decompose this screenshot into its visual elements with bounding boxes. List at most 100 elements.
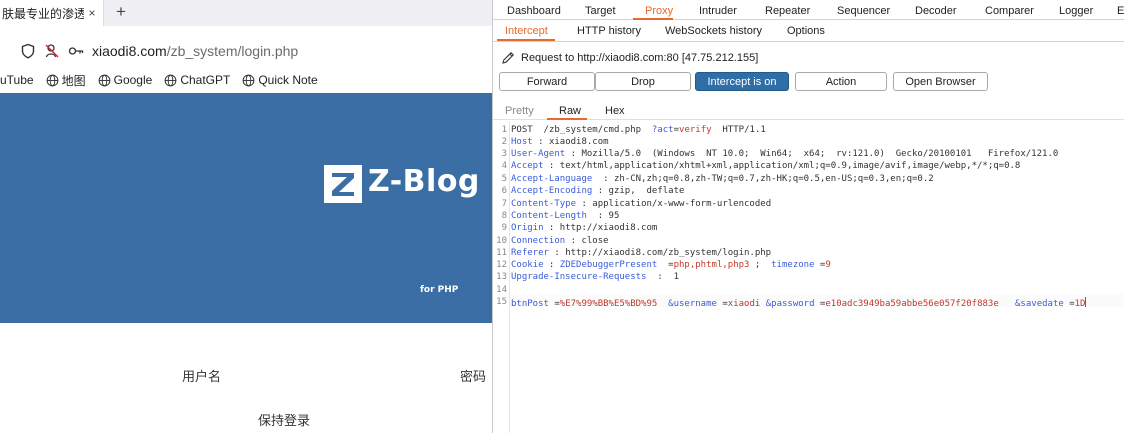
header-line: Host : xiaodi8.com: [511, 137, 609, 147]
zblog-logo: Z-Blog: [324, 163, 480, 203]
header-name: Referer: [511, 248, 549, 258]
subtab-websockets-history[interactable]: WebSockets history: [665, 25, 762, 37]
password-label: 密码: [460, 369, 487, 384]
query-param-value: verify: [679, 125, 712, 135]
bookmark-quick-note[interactable]: Quick Note: [242, 73, 318, 87]
header-value: http://xiaodi8.com/zb_system/login.php: [565, 248, 772, 258]
tab-extender[interactable]: E: [1117, 5, 1124, 17]
header-name: Cookie: [511, 260, 544, 270]
line-number: 6: [501, 186, 507, 196]
globe-icon: [98, 74, 111, 86]
new-tab-button[interactable]: +: [116, 2, 126, 22]
bookmark-google[interactable]: Google: [98, 73, 153, 87]
line-number: 4: [501, 161, 507, 171]
tab-comparer[interactable]: Comparer: [985, 5, 1034, 17]
header-line: Accept-Encoding : gzip, deflate: [511, 186, 685, 196]
subtab-intercept[interactable]: Intercept: [505, 25, 548, 37]
active-view-indicator: [547, 118, 587, 120]
tab-decoder[interactable]: Decoder: [915, 5, 957, 17]
body-param-value: xiaodi: [727, 299, 761, 309]
tab-repeater[interactable]: Repeater: [765, 5, 810, 17]
query-param-name: ?act: [651, 125, 674, 135]
bookmarks-toolbar: uTube 地图 Google ChatGPT Quick Note: [0, 70, 492, 90]
line-number: 8: [501, 211, 507, 221]
intercept-toggle-button[interactable]: Intercept is on: [695, 72, 789, 91]
url-host: xiaodi8.com: [92, 43, 167, 59]
burp-window: Dashboard Target Proxy Intruder Repeater…: [492, 0, 1124, 433]
header-name: Origin: [511, 223, 544, 233]
header-value: 95: [608, 211, 620, 221]
subtab-http-history[interactable]: HTTP history: [577, 25, 641, 37]
request-editor[interactable]: 1 2 3 4 5 6 7 8 9 10 11 12 13 14 15 POST…: [493, 121, 1124, 433]
header-name: User-Agent: [511, 149, 566, 159]
request-line: POST /zb_system/cmd.php ?act=verify HTTP…: [511, 125, 766, 135]
view-tab-raw[interactable]: Raw: [559, 105, 581, 117]
message-view-tabs: Pretty Raw Hex: [493, 100, 1124, 120]
action-button[interactable]: Action: [795, 72, 887, 91]
globe-icon: [46, 74, 58, 86]
line-number: 3: [501, 149, 507, 159]
drop-button[interactable]: Drop: [595, 72, 691, 91]
view-tab-pretty[interactable]: Pretty: [505, 105, 534, 117]
tab-dashboard[interactable]: Dashboard: [507, 5, 561, 17]
key-icon[interactable]: [68, 43, 84, 59]
tab-target[interactable]: Target: [585, 5, 616, 17]
bookmark-label: 地图: [61, 73, 86, 88]
tab-logger[interactable]: Logger: [1059, 5, 1093, 17]
subtab-options[interactable]: Options: [787, 25, 825, 37]
line-number: 13: [496, 272, 507, 282]
shield-icon[interactable]: [20, 43, 36, 59]
open-browser-button[interactable]: Open Browser: [893, 72, 988, 91]
header-value: xiaodi8.com: [548, 137, 609, 147]
line-number: 15: [496, 297, 507, 307]
request-target-line: Request to http://xiaodi8.com:80 [47.75.…: [501, 50, 758, 66]
bookmark-chatgpt[interactable]: ChatGPT: [164, 73, 230, 87]
header-line: Content-Type : application/x-www-form-ur…: [511, 199, 772, 209]
request-path: /zb_system/cmd.php: [543, 125, 642, 135]
body-param-name: btnPost: [511, 299, 549, 309]
tab-proxy[interactable]: Proxy: [645, 5, 673, 17]
text-caret: [1085, 297, 1087, 307]
url-bar[interactable]: xiaodi8.com/zb_system/login.php: [20, 36, 492, 66]
header-line: Origin : http://xiaodi8.com: [511, 223, 658, 233]
header-line: Accept-Language : zh-CN,zh;q=0.8,zh-TW;q…: [511, 174, 934, 184]
header-value: gzip, deflate: [608, 186, 685, 196]
http-version: HTTP/1.1: [722, 125, 766, 135]
pencil-icon: [502, 52, 514, 64]
line-number: 11: [496, 248, 507, 258]
line-number: 14: [496, 285, 507, 295]
burp-main-tabs: Dashboard Target Proxy Intruder Repeater…: [493, 0, 1124, 20]
globe-icon: [164, 74, 177, 86]
browser-tab[interactable]: 肤最专业的渗透 ×: [0, 0, 104, 26]
remember-login-label[interactable]: 保持登录: [258, 410, 310, 429]
zblog-banner: [0, 93, 492, 323]
view-tab-hex[interactable]: Hex: [605, 105, 625, 117]
header-name: Connection: [511, 236, 566, 246]
tab-strip: 肤最专业的渗透 × +: [0, 0, 492, 26]
body-param-name: &password: [765, 299, 815, 309]
header-name: Accept: [511, 161, 544, 171]
header-value: close: [581, 236, 609, 246]
header-value: application/x-www-form-urlencoded: [592, 199, 772, 209]
header-value: http://xiaodi8.com: [559, 223, 658, 233]
body-param-value: %E7%99%BB%E5%BD%95: [559, 299, 658, 309]
tab-intruder[interactable]: Intruder: [699, 5, 737, 17]
header-line: Referer : http://xiaodi8.com/zb_system/l…: [511, 248, 772, 258]
cookie-name: ZDEDebuggerPresent: [559, 260, 658, 270]
bookmark-label: Google: [113, 73, 153, 87]
bookmark-youtube[interactable]: uTube: [0, 73, 34, 87]
url-path: /zb_system/login.php: [166, 43, 299, 59]
line-number: 10: [496, 236, 507, 246]
forward-button[interactable]: Forward: [499, 72, 595, 91]
permissions-icon[interactable]: [44, 43, 60, 59]
bookmark-map[interactable]: 地图: [46, 72, 86, 89]
bookmark-label: Quick Note: [258, 73, 318, 87]
header-line: User-Agent : Mozilla/5.0 (Windows NT 10.…: [511, 149, 1059, 159]
url-text[interactable]: xiaodi8.com/zb_system/login.php: [92, 43, 298, 59]
tab-sequencer[interactable]: Sequencer: [837, 5, 890, 17]
tab-close-icon[interactable]: ×: [84, 6, 100, 20]
header-line: Content-Length : 95: [511, 211, 620, 221]
body-param-value: e10adc3949ba59abbe56e057f20f883e: [825, 299, 999, 309]
body-param-name: &username: [668, 299, 717, 309]
zblog-logo-icon: [324, 165, 362, 203]
